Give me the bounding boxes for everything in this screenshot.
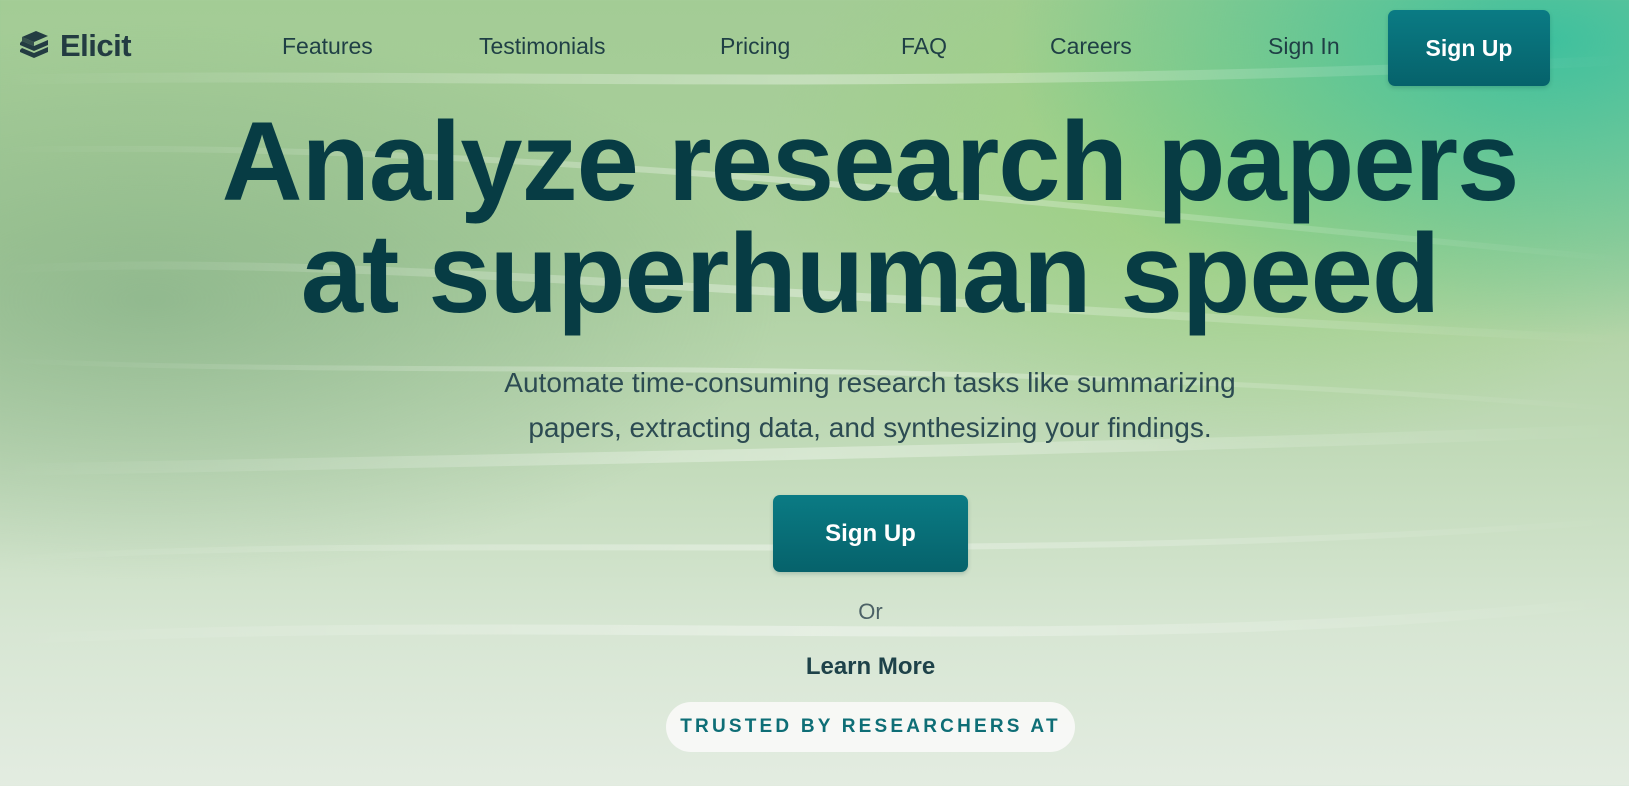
hero-sign-up-button[interactable]: Sign Up [773, 495, 968, 572]
hero-title-line-1: Analyze research papers [221, 99, 1520, 224]
nav-link-features[interactable]: Features [282, 33, 373, 60]
hero-title: Analyze research papers at superhuman sp… [0, 106, 1629, 330]
hero-subtitle-line-1: Automate time-consuming research tasks l… [504, 367, 1236, 398]
nav-link-careers[interactable]: Careers [1050, 33, 1132, 60]
brand-name: Elicit [60, 28, 132, 63]
trusted-by-badge: TRUSTED BY RESEARCHERS AT [666, 702, 1075, 752]
hero-title-line-2: at superhuman speed [300, 211, 1441, 336]
nav-sign-up-button[interactable]: Sign Up [1388, 10, 1550, 86]
top-navigation: Elicit Features Testimonials Pricing FAQ… [0, 0, 1629, 96]
or-separator: Or [858, 599, 883, 624]
hero-subtitle-line-2: papers, extracting data, and synthesizin… [528, 412, 1212, 443]
sign-in-link[interactable]: Sign In [1268, 33, 1340, 60]
brand-logo[interactable]: Elicit [18, 28, 132, 64]
nav-link-testimonials[interactable]: Testimonials [479, 33, 606, 60]
hero-subtitle: Automate time-consuming research tasks l… [370, 360, 1370, 450]
nav-link-pricing[interactable]: Pricing [720, 33, 790, 60]
learn-more-link[interactable]: Learn More [770, 653, 971, 681]
stacked-layers-icon [20, 31, 48, 58]
nav-link-faq[interactable]: FAQ [901, 33, 947, 60]
